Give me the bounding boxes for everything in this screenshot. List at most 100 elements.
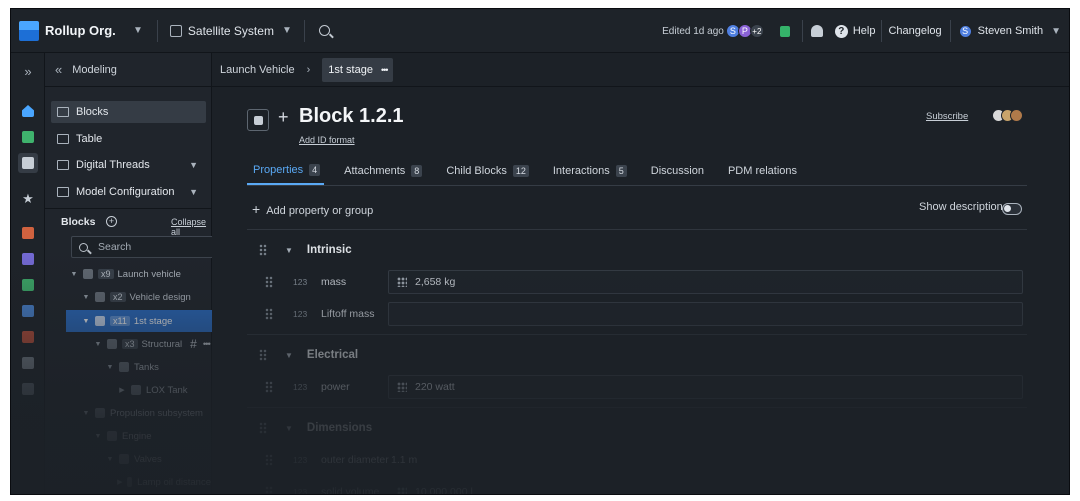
help-icon[interactable]: ? <box>834 24 848 38</box>
tree-item[interactable]: ▼ x3 Structural # ••• <box>45 333 211 355</box>
property-group[interactable]: ▼ Dimensions <box>247 415 1027 441</box>
caret-down-icon[interactable]: ▼ <box>93 433 103 440</box>
caret-down-icon[interactable]: ▼ <box>285 424 293 433</box>
page-title[interactable]: Block 1.2.1 <box>299 105 404 128</box>
chevron-down-icon[interactable]: ▼ <box>189 160 198 170</box>
inbox-icon[interactable] <box>18 127 38 147</box>
documents-icon[interactable] <box>18 249 38 269</box>
caret-down-icon[interactable]: ▼ <box>81 318 91 325</box>
add-property-button[interactable]: + Add property or group <box>252 201 373 217</box>
collapse-all-link[interactable]: Collapse all <box>171 217 211 237</box>
caret-down-icon[interactable]: ▼ <box>69 271 79 278</box>
property-value-field[interactable]: 220 watt <box>388 375 1023 399</box>
tree-item[interactable]: ▼ Propulsion subsystem <box>45 402 211 424</box>
user-avatar[interactable]: S <box>958 24 972 38</box>
avatar-more[interactable]: +2 <box>749 24 764 38</box>
property-row: 123 mass 2,658 kg <box>247 270 1027 294</box>
changelog-link[interactable]: Changelog <box>888 25 941 37</box>
drag-handle-icon[interactable] <box>265 276 273 288</box>
tree-item[interactable]: ▶ Lamp oil distance <box>45 471 211 493</box>
breadcrumb-item[interactable]: Launch Vehicle <box>220 64 295 76</box>
caret-down-icon[interactable]: ▼ <box>93 341 103 348</box>
system-name[interactable]: Satellite System <box>188 24 274 38</box>
help-link[interactable]: Help <box>853 25 876 37</box>
drag-handle-icon[interactable] <box>265 486 273 494</box>
tab-attachments[interactable]: Attachments 8 <box>338 157 426 185</box>
hierarchy-icon[interactable] <box>18 379 38 399</box>
drag-handle-icon[interactable] <box>259 422 267 434</box>
tree-item[interactable]: ▼ x9 Launch vehicle <box>45 263 211 285</box>
org-chevron-down-icon[interactable]: ▼ <box>133 25 143 36</box>
book-icon[interactable] <box>18 301 38 321</box>
hardware-icon[interactable] <box>18 275 38 295</box>
sync-status-icon[interactable] <box>779 25 790 37</box>
tab-interactions[interactable]: Interactions 5 <box>547 157 631 185</box>
property-group[interactable]: ▼ Electrical <box>247 342 1027 368</box>
drag-handle-icon[interactable] <box>265 308 273 320</box>
add-icon[interactable]: + <box>278 107 289 128</box>
more-options-icon[interactable]: ••• <box>203 339 211 350</box>
add-block-icon[interactable]: + <box>106 216 117 227</box>
sidebar-item-table[interactable]: Table <box>51 128 206 150</box>
chevron-down-icon[interactable]: ▼ <box>189 187 198 197</box>
sidebar-item-model-configuration[interactable]: Model Configuration ▼ <box>51 181 206 203</box>
watchers-avatars[interactable] <box>992 109 1023 122</box>
number-icon <box>397 487 407 494</box>
tab-child-blocks[interactable]: Child Blocks 12 <box>440 157 533 185</box>
subscribe-link[interactable]: Subscribe <box>926 111 968 122</box>
user-chevron-down-icon[interactable]: ▼ <box>1051 26 1061 37</box>
tree-item-selected[interactable]: ▼ x11 1st stage <box>66 310 220 332</box>
property-value-field[interactable] <box>388 302 1023 326</box>
drag-handle-icon[interactable] <box>259 244 267 256</box>
system-chevron-down-icon[interactable]: ▼ <box>282 25 292 36</box>
tree-item[interactable]: ▼ Valves <box>45 448 211 470</box>
tree-item[interactable]: ▼ x2 Vehicle design <box>45 286 211 308</box>
show-description-toggle[interactable] <box>1002 203 1022 215</box>
block-type-icon[interactable] <box>247 109 269 131</box>
tab-pdm-relations[interactable]: PDM relations <box>722 157 801 185</box>
drag-handle-icon[interactable] <box>259 349 267 361</box>
caret-down-icon[interactable]: ▼ <box>81 294 91 301</box>
terminal-icon[interactable] <box>18 353 38 373</box>
hash-icon[interactable]: # <box>190 337 197 351</box>
drag-handle-icon[interactable] <box>265 381 273 393</box>
avatar <box>1010 109 1023 122</box>
user-name[interactable]: Steven Smith <box>978 25 1043 37</box>
modeling-icon[interactable] <box>18 153 38 173</box>
add-id-format-link[interactable]: Add ID format <box>299 135 355 145</box>
home-icon[interactable] <box>18 101 38 121</box>
breadcrumb-current[interactable]: 1st stage ••• <box>322 57 394 82</box>
tab-discussion[interactable]: Discussion <box>645 157 708 185</box>
caret-right-icon[interactable]: ▶ <box>117 478 123 486</box>
tab-properties[interactable]: Properties 4 <box>247 157 325 185</box>
property-value-field[interactable]: 10,000,000 l <box>388 480 1023 494</box>
property-value-field[interactable]: 2,658 kg <box>388 270 1023 294</box>
tree-item[interactable]: ▼ Engine <box>45 425 211 447</box>
more-options-icon[interactable]: ••• <box>381 65 389 75</box>
sidebar-item-digital-threads[interactable]: Digital Threads ▼ <box>51 154 206 176</box>
caret-down-icon[interactable]: ▼ <box>285 246 293 255</box>
caret-down-icon[interactable]: ▼ <box>105 456 115 463</box>
property-group[interactable]: ▼ Intrinsic <box>247 237 1027 263</box>
block-icon <box>126 477 133 487</box>
org-name[interactable]: Rollup Org. <box>45 23 133 38</box>
caret-right-icon[interactable]: ▶ <box>117 386 127 394</box>
sidebar-item-blocks[interactable]: Blocks <box>51 101 206 123</box>
search-icon[interactable] <box>318 25 330 36</box>
search-input[interactable]: Search <box>71 236 215 258</box>
tree-item[interactable]: ▼ Tanks <box>45 356 211 378</box>
drag-handle-icon[interactable] <box>265 454 273 466</box>
divider <box>801 20 803 42</box>
caret-down-icon[interactable]: ▼ <box>105 364 115 371</box>
caret-down-icon[interactable]: ▼ <box>285 351 293 360</box>
collapse-double-chevron-icon[interactable]: « <box>55 62 62 77</box>
expand-double-chevron-icon[interactable]: » <box>18 61 38 81</box>
star-icon[interactable]: ★ <box>18 189 38 209</box>
satellite-icon <box>169 24 182 37</box>
requirements-icon[interactable] <box>18 223 38 243</box>
tree-item[interactable]: ▶ LOX Tank <box>45 379 211 401</box>
bell-icon[interactable] <box>810 25 823 37</box>
property-value-field[interactable]: 1.1 m <box>388 448 1023 472</box>
report-icon[interactable] <box>18 327 38 347</box>
caret-down-icon[interactable]: ▼ <box>81 410 91 417</box>
